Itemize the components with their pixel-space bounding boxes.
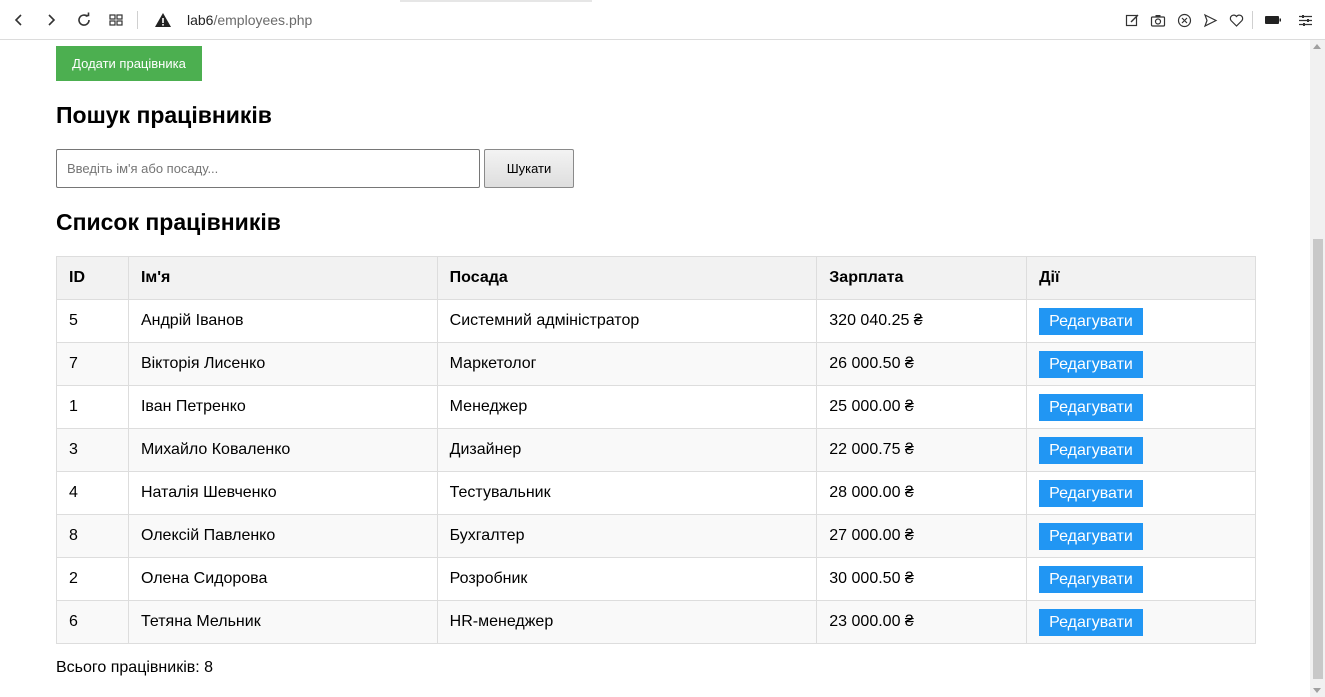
table-row: 7 Вікторія Лисенко Маркетолог 26 000.50 … [56,342,1256,386]
edit-button[interactable]: Редагувати [1039,608,1143,636]
scrollbar-thumb[interactable] [1313,239,1323,679]
header-salary: Зарплата [816,256,1028,300]
edit-button[interactable]: Редагувати [1039,350,1143,378]
battery-icon[interactable] [1262,9,1284,31]
address-bar[interactable]: lab6/employees.php [187,12,312,28]
cell-position: Розробник [436,557,818,601]
cell-salary: 320 040.25 ₴ [816,299,1028,343]
page-viewport: Додати працівника Пошук працівників Введ… [0,40,1310,697]
forward-icon[interactable] [40,9,62,31]
active-tab-indicator [400,0,592,2]
search-heading: Пошук працівників [56,102,272,128]
cell-actions: Редагувати [1026,428,1256,472]
table-row: 2 Олена Сидорова Розробник 30 000.50 ₴ Р… [56,557,1256,601]
total-employees: Всього працівників: 8 [56,659,214,676]
cell-id: 7 [56,342,129,386]
cell-position: Системний адміністратор [436,299,818,343]
table-row: 4 Наталія Шевченко Тестувальник 28 000.0… [56,471,1256,515]
cell-actions: Редагувати [1026,299,1256,343]
cell-salary: 30 000.50 ₴ [816,557,1028,601]
send-icon[interactable] [1199,9,1221,31]
cell-name: Наталія Шевченко [127,471,438,515]
cell-name: Андрій Іванов [127,299,438,343]
search-button[interactable]: Шукати [484,149,574,188]
cell-name: Тетяна Мельник [127,600,438,644]
table-row: 1 Іван Петренко Менеджер 25 000.00 ₴ Ред… [56,385,1256,429]
cell-position: Менеджер [436,385,818,429]
cell-id: 3 [56,428,129,472]
cell-actions: Редагувати [1026,342,1256,386]
cell-position: Бухгалтер [436,514,818,558]
edit-button[interactable]: Редагувати [1039,436,1143,464]
cell-id: 1 [56,385,129,429]
cell-name: Вікторія Лисенко [127,342,438,386]
cell-id: 4 [56,471,129,515]
settings-icon[interactable] [1294,9,1316,31]
cell-position: Тестувальник [436,471,818,515]
header-position: Посада [436,256,818,300]
cell-salary: 26 000.50 ₴ [816,342,1028,386]
table-row: 8 Олексій Павленко Бухгалтер 27 000.00 ₴… [56,514,1256,558]
edit-button[interactable]: Редагувати [1039,522,1143,550]
cell-actions: Редагувати [1026,557,1256,601]
heart-icon[interactable] [1225,9,1247,31]
cell-actions: Редагувати [1026,600,1256,644]
edit-button[interactable]: Редагувати [1039,479,1143,507]
cell-salary: 23 000.00 ₴ [816,600,1028,644]
search-input[interactable]: Введіть ім'я або посаду... [56,149,480,188]
scroll-down-icon[interactable] [1313,688,1321,693]
cell-id: 8 [56,514,129,558]
cell-id: 5 [56,299,129,343]
scroll-up-icon[interactable] [1313,44,1321,49]
header-id: ID [56,256,129,300]
table-row: 5 Андрій Іванов Системний адміністратор … [56,299,1256,343]
edit-button[interactable]: Редагувати [1039,393,1143,421]
employee-list-heading: Список працівників [56,209,281,235]
cell-salary: 25 000.00 ₴ [816,385,1028,429]
edit-page-icon[interactable] [1121,9,1143,31]
add-employee-button[interactable]: Додати працівника [56,46,202,81]
camera-icon[interactable] [1147,9,1169,31]
employee-table: ID Ім'я Посада Зарплата Дії 5 Андрій Іва… [56,256,1256,644]
cell-name: Олексій Павленко [127,514,438,558]
table-header-row: ID Ім'я Посада Зарплата Дії [56,256,1256,300]
cell-salary: 27 000.00 ₴ [816,514,1028,558]
cell-id: 6 [56,600,129,644]
block-icon[interactable] [1173,9,1195,31]
table-row: 3 Михайло Коваленко Дизайнер 22 000.75 ₴… [56,428,1256,472]
cell-name: Іван Петренко [127,385,438,429]
back-icon[interactable] [8,9,30,31]
cell-name: Олена Сидорова [127,557,438,601]
browser-toolbar: lab6/employees.php [0,0,1325,40]
table-row: 6 Тетяна Мельник HR-менеджер 23 000.00 ₴… [56,600,1256,644]
address-path: /employees.php [213,12,313,28]
cell-salary: 22 000.75 ₴ [816,428,1028,472]
tabs-grid-icon[interactable] [105,9,127,31]
cell-position: Маркетолог [436,342,818,386]
cell-name: Михайло Коваленко [127,428,438,472]
address-host: lab6 [187,12,214,28]
cell-id: 2 [56,557,129,601]
cell-actions: Редагувати [1026,514,1256,558]
cell-actions: Редагувати [1026,385,1256,429]
cell-position: HR-менеджер [436,600,818,644]
toolbar-separator [1252,11,1253,29]
edit-button[interactable]: Редагувати [1039,565,1143,593]
cell-position: Дизайнер [436,428,818,472]
warning-icon[interactable] [154,11,172,29]
header-actions: Дії [1026,256,1256,300]
cell-salary: 28 000.00 ₴ [816,471,1028,515]
vertical-scrollbar[interactable] [1310,40,1325,697]
reload-icon[interactable] [73,9,95,31]
header-name: Ім'я [127,256,438,300]
toolbar-separator [137,11,138,29]
cell-actions: Редагувати [1026,471,1256,515]
edit-button[interactable]: Редагувати [1039,307,1143,335]
